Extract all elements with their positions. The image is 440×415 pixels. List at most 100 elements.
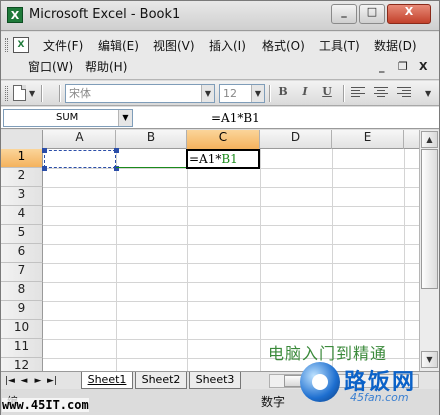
menu-window[interactable]: 窗口(W) [28,59,73,75]
gridline [260,149,261,371]
gridline [43,320,419,321]
column-header-c[interactable]: C [187,130,260,149]
select-all-corner[interactable] [1,130,43,149]
watermark-logo: 路饭网 45fan.com [300,358,436,408]
font-name-select[interactable]: 宋体 ▼ [65,84,215,103]
tab-sheet3[interactable]: Sheet3 [189,372,241,389]
range-handle[interactable] [42,166,47,171]
menu-insert[interactable]: 插入(I) [209,38,246,54]
last-sheet-icon[interactable]: ►| [46,374,58,388]
align-left-icon[interactable] [351,87,365,99]
column-header-e[interactable]: E [332,130,404,149]
align-center-icon[interactable] [374,87,388,99]
row-header-1[interactable]: 1 [1,149,43,168]
watermark-url: www.45IT.com [2,398,89,412]
vertical-scrollbar[interactable]: ▲ ▼ [419,130,439,371]
new-document-icon[interactable] [13,85,26,101]
gridline [43,225,419,226]
toolbar-options-icon[interactable]: ▼ [425,89,431,99]
toolbar-separator [269,85,271,102]
menu-data[interactable]: 数据(D) [374,38,417,54]
row-header-5[interactable]: 5 [1,225,43,244]
gridline [116,149,117,371]
range-handle[interactable] [42,148,47,153]
workbook-close-button[interactable]: X [419,60,427,74]
formula-input[interactable]: =A1*B1 [211,110,260,126]
active-cell-c1[interactable]: =A1*B1 [186,149,260,169]
reference-range-b1[interactable] [116,150,186,168]
chevron-down-icon[interactable]: ▼ [201,85,214,102]
row-header-2[interactable]: 2 [1,168,43,187]
italic-button[interactable]: I [295,85,315,102]
next-sheet-icon[interactable]: ► [32,374,44,388]
watermark-domain: 45fan.com [350,391,409,404]
underline-button[interactable]: U [317,85,337,102]
tab-sheet1[interactable]: Sheet1 [81,372,133,389]
toolbar-separator [41,85,43,102]
excel-app-icon[interactable]: X [7,7,23,23]
new-dropdown-icon[interactable]: ▼ [29,89,35,99]
gridline [43,187,419,188]
menu-view[interactable]: 视图(V) [153,38,195,54]
gridline [43,301,419,302]
bold-button[interactable]: B [273,85,293,102]
menu-edit[interactable]: 编辑(E) [98,38,139,54]
row-header-6[interactable]: 6 [1,244,43,263]
row-header-9[interactable]: 9 [1,301,43,320]
logo-globe-icon [300,362,340,402]
gridline [43,263,419,264]
column-header-a[interactable]: A [44,130,116,149]
gridline [332,149,333,371]
column-header-d[interactable]: D [260,130,332,149]
title-bar[interactable]: X Microsoft Excel - Book1 _ □ X [1,1,439,31]
minimize-button[interactable]: _ [331,4,357,24]
formula-prefix: =A1* [189,152,222,166]
row-header-10[interactable]: 10 [1,320,43,339]
first-sheet-icon[interactable]: |◄ [4,374,16,388]
toolbar-separator [343,85,345,102]
menu-bar: X 文件(F) 编辑(E) 视图(V) 插入(I) 格式(O) 工具(T) 数据… [1,32,439,80]
menubar-grip[interactable] [5,38,8,52]
row-header-8[interactable]: 8 [1,282,43,301]
row-header-4[interactable]: 4 [1,206,43,225]
worksheet-grid[interactable]: A B C D E 1 2 3 4 5 6 7 8 9 10 11 12 =A1… [1,130,419,371]
maximize-button[interactable]: □ [359,4,385,24]
vertical-scroll-thumb[interactable] [421,149,438,289]
gridline [404,149,405,371]
menu-tools[interactable]: 工具(T) [319,38,360,54]
chevron-down-icon[interactable]: ▼ [251,85,264,102]
formula-ref-b1: B1 [221,152,238,166]
status-numlock-indicator: 数字 [261,395,286,409]
name-box[interactable]: SUM ▼ [3,109,133,127]
formula-bar: SUM ▼ =A1*B1 [1,107,439,129]
font-size-select[interactable]: 12 ▼ [219,84,265,103]
column-headers: A B C D E [1,130,419,149]
row-header-3[interactable]: 3 [1,187,43,206]
toolbar-separator [59,85,61,102]
align-right-icon[interactable] [397,87,411,99]
row-header-12[interactable]: 12 [1,358,43,371]
chevron-down-icon[interactable]: ▼ [118,110,132,126]
row-header-7[interactable]: 7 [1,263,43,282]
gridline [187,149,188,371]
row-header-11[interactable]: 11 [1,339,43,358]
name-box-value: SUM [56,112,79,123]
font-size-value: 12 [223,87,237,100]
gridline [43,206,419,207]
tab-sheet2[interactable]: Sheet2 [135,372,187,389]
gridline [43,244,419,245]
reference-range-a1[interactable] [44,150,116,168]
menu-format[interactable]: 格式(O) [262,38,305,54]
toolbar-grip[interactable] [5,86,8,101]
menu-help[interactable]: 帮助(H) [85,59,127,75]
column-header-b[interactable]: B [116,130,187,149]
workbook-icon[interactable]: X [13,37,29,53]
workbook-minimize-button[interactable]: _ [379,60,385,74]
close-button[interactable]: X [387,4,431,24]
menu-file[interactable]: 文件(F) [43,38,83,54]
font-name-value: 宋体 [69,87,91,100]
workbook-restore-button[interactable]: ❐ [398,60,408,74]
formatting-toolbar: ▼ 宋体 ▼ 12 ▼ B I U ▼ [1,81,439,106]
prev-sheet-icon[interactable]: ◄ [18,374,30,388]
scroll-up-icon[interactable]: ▲ [421,131,438,148]
